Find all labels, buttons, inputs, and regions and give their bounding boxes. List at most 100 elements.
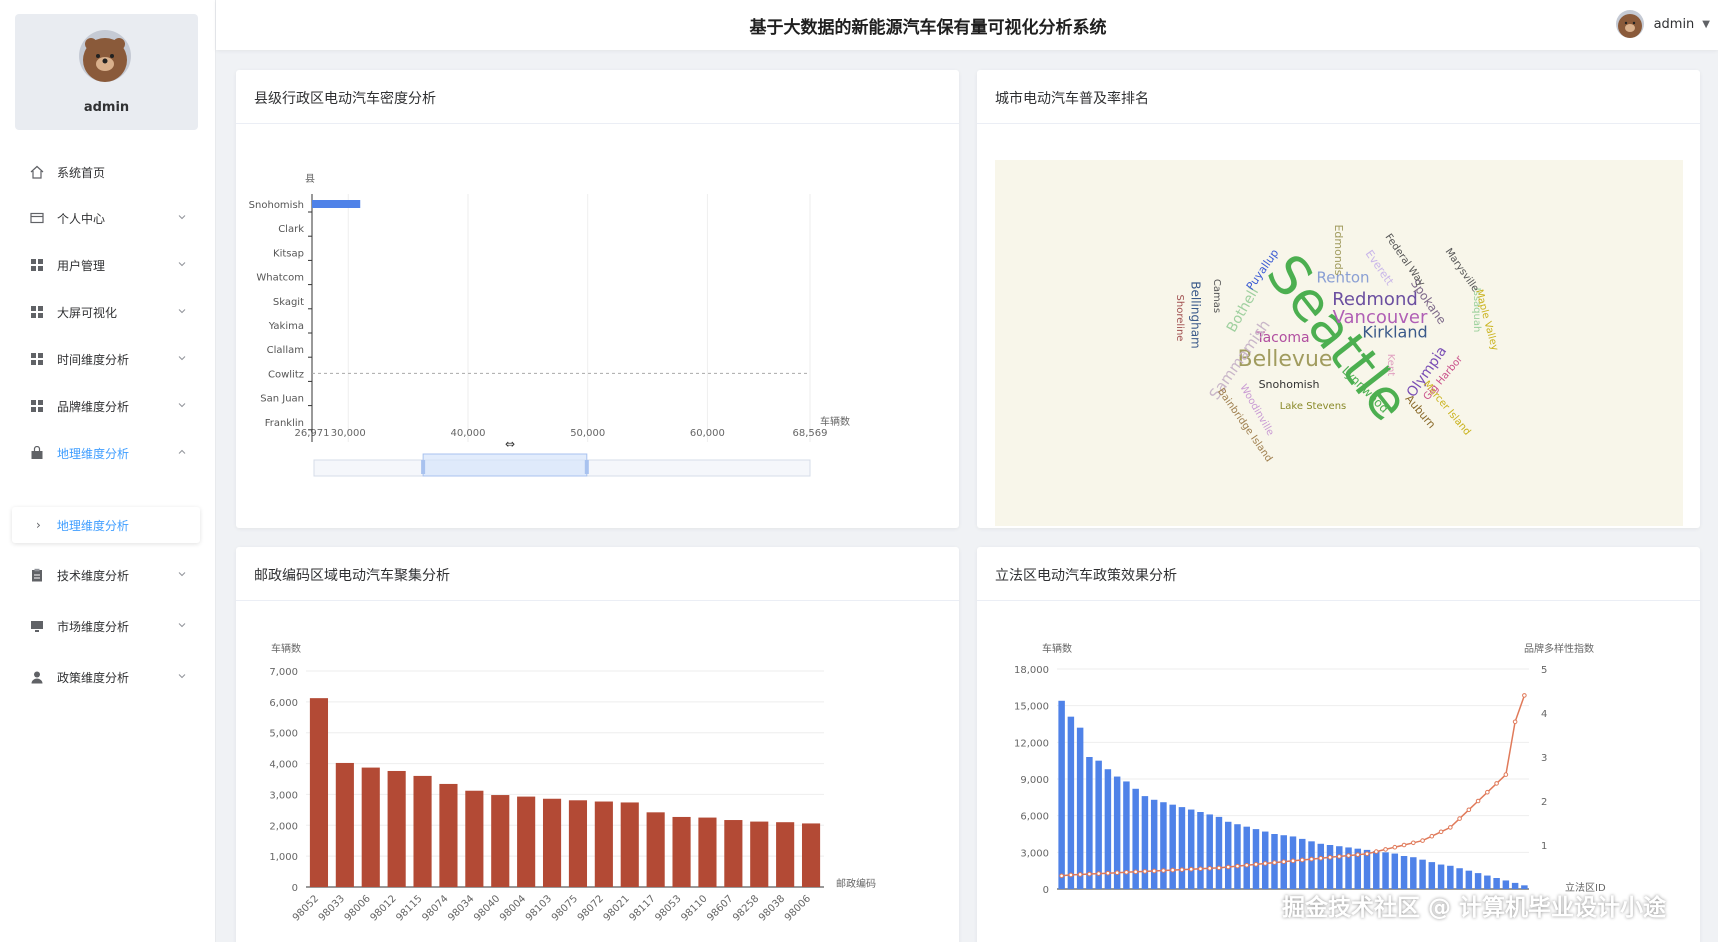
bar bbox=[1382, 852, 1389, 889]
menu-item-geo-analysis[interactable]: 地理维度分析 bbox=[0, 431, 216, 475]
line-point bbox=[1235, 863, 1240, 869]
chevron-down-icon bbox=[178, 215, 186, 220]
word-label: Shoreline bbox=[1174, 295, 1185, 342]
bar bbox=[801, 823, 821, 887]
y2-tick-label: 4 bbox=[1541, 709, 1547, 720]
menu-item-label: 时间维度分析 bbox=[57, 352, 130, 367]
x-tick-label: 98258 bbox=[731, 893, 761, 923]
line-point bbox=[1272, 860, 1277, 865]
bar bbox=[1224, 821, 1232, 889]
line-point bbox=[1124, 869, 1129, 875]
bar bbox=[1150, 799, 1158, 889]
county-density-card: 县级行政区电动汽车密度分析 县车辆数 26,971 30,000 40,000 50,0… bbox=[236, 70, 959, 528]
bar bbox=[1419, 859, 1426, 889]
y-tick-label: 2,000 bbox=[269, 821, 298, 832]
card-title: 立法区电动汽车政策效果分析 bbox=[995, 568, 1177, 584]
bar bbox=[646, 812, 665, 887]
line-point bbox=[1309, 856, 1314, 862]
bar bbox=[1308, 841, 1315, 889]
y2-tick-label: 1 bbox=[1541, 841, 1547, 852]
zoom-handle bbox=[421, 460, 426, 474]
line-point bbox=[1355, 852, 1361, 857]
word-label: Camas bbox=[1211, 279, 1222, 313]
x-tick-label: 98607 bbox=[705, 893, 735, 923]
user-icon bbox=[30, 670, 44, 684]
bar bbox=[335, 762, 354, 887]
y-tick-label: Yakima bbox=[268, 321, 304, 332]
bar bbox=[568, 800, 588, 887]
x-tick-label: 40,000 bbox=[450, 428, 485, 439]
x-tick-label: 30,000 bbox=[331, 428, 366, 439]
word-label: Lake Stevens bbox=[1280, 401, 1347, 412]
bar bbox=[1428, 862, 1436, 889]
menu-item-home[interactable]: 系统首页 bbox=[0, 150, 216, 194]
bar bbox=[1437, 864, 1445, 889]
line-point bbox=[1383, 847, 1388, 852]
y-tick-label: 5,000 bbox=[269, 729, 298, 740]
x-tick-label: 98052 bbox=[291, 893, 321, 923]
y-tick-label: 7,000 bbox=[269, 667, 298, 678]
zoom-handle bbox=[584, 460, 589, 474]
bar bbox=[1160, 802, 1167, 889]
y-tick-label: San Juan bbox=[260, 394, 304, 405]
line-point bbox=[1457, 816, 1462, 821]
line-point bbox=[1188, 866, 1194, 872]
x-tick-label: 98021 bbox=[602, 893, 632, 923]
bar bbox=[309, 698, 329, 887]
y-tick-label: 0 bbox=[292, 883, 298, 894]
line-point bbox=[1262, 861, 1268, 866]
line-point bbox=[1290, 858, 1296, 864]
menu-item-tech-analysis[interactable]: 技术维度分析 bbox=[0, 553, 216, 597]
x-tick-label: 98038 bbox=[757, 893, 787, 923]
line-point bbox=[1281, 859, 1287, 865]
menu-item-time-analysis[interactable]: 时间维度分析 bbox=[0, 337, 216, 381]
bar bbox=[1465, 870, 1473, 889]
bar bbox=[1391, 853, 1399, 889]
bar bbox=[517, 796, 536, 887]
menu-item-label: 个人中心 bbox=[57, 211, 106, 226]
x-tick-label: 98117 bbox=[627, 893, 657, 923]
top-header: 基于大数据的新能源汽车保有量可视化分析系统 admin ▼ bbox=[216, 0, 1718, 50]
bar bbox=[1076, 727, 1084, 889]
bar bbox=[1484, 875, 1491, 889]
city-wordcloud: SeattleBellevueRedmondVancouverKirklandR… bbox=[1174, 224, 1500, 464]
grid-icon bbox=[30, 399, 44, 413]
bar bbox=[1058, 700, 1065, 889]
line-point bbox=[1096, 871, 1101, 876]
bar bbox=[542, 798, 562, 887]
line-point bbox=[1346, 853, 1351, 858]
menu-item-policy-analysis[interactable]: 政策维度分析 bbox=[0, 655, 216, 699]
word-label: Marysville bbox=[1443, 246, 1481, 294]
bar bbox=[1234, 824, 1241, 889]
menu-item-personal-center[interactable]: 个人中心 bbox=[0, 196, 216, 240]
submenu-item-geo-analysis[interactable]: › 地理维度分析 bbox=[12, 507, 200, 543]
y-tick-label: 0 bbox=[1043, 885, 1049, 896]
line-point bbox=[1225, 864, 1231, 870]
y-tick-label: 6,000 bbox=[269, 698, 298, 709]
bar bbox=[672, 816, 691, 887]
menu-item-market-analysis[interactable]: 市场维度分析 bbox=[0, 604, 216, 648]
avatar[interactable] bbox=[1615, 10, 1644, 38]
user-menu[interactable]: admin ▼ bbox=[1615, 10, 1710, 38]
menu-item-big-screen[interactable]: 大屏可视化 bbox=[0, 290, 216, 334]
bar bbox=[1086, 757, 1093, 889]
legislative-policy-card: 立法区电动汽车政策效果分析 车辆数 品牌多样性指数 立法区ID 0 3,000 6,000… bbox=[977, 547, 1700, 942]
card-divider bbox=[977, 123, 1700, 124]
y2-axis-title: 品牌多样性指数 bbox=[1524, 642, 1594, 655]
bar bbox=[361, 767, 380, 887]
avatar[interactable] bbox=[79, 30, 131, 82]
y-tick-label: 12,000 bbox=[1014, 738, 1049, 749]
menu-item-user-management[interactable]: 用户管理 bbox=[0, 243, 216, 287]
bar bbox=[491, 795, 510, 887]
bar bbox=[724, 820, 743, 887]
line-point bbox=[1161, 868, 1166, 873]
y-tick-label: 3,000 bbox=[269, 790, 298, 801]
menu-item-label: 大屏可视化 bbox=[57, 305, 118, 320]
profile-card: admin bbox=[15, 14, 198, 130]
home-icon bbox=[30, 165, 44, 179]
card-title: 县级行政区电动汽车密度分析 bbox=[254, 91, 436, 107]
menu-item-brand-analysis[interactable]: 品牌维度分析 bbox=[0, 384, 216, 428]
y-tick-label: Snohomish bbox=[249, 200, 304, 211]
line-point bbox=[1077, 872, 1083, 877]
x-axis-title: 车辆数 bbox=[820, 415, 850, 428]
